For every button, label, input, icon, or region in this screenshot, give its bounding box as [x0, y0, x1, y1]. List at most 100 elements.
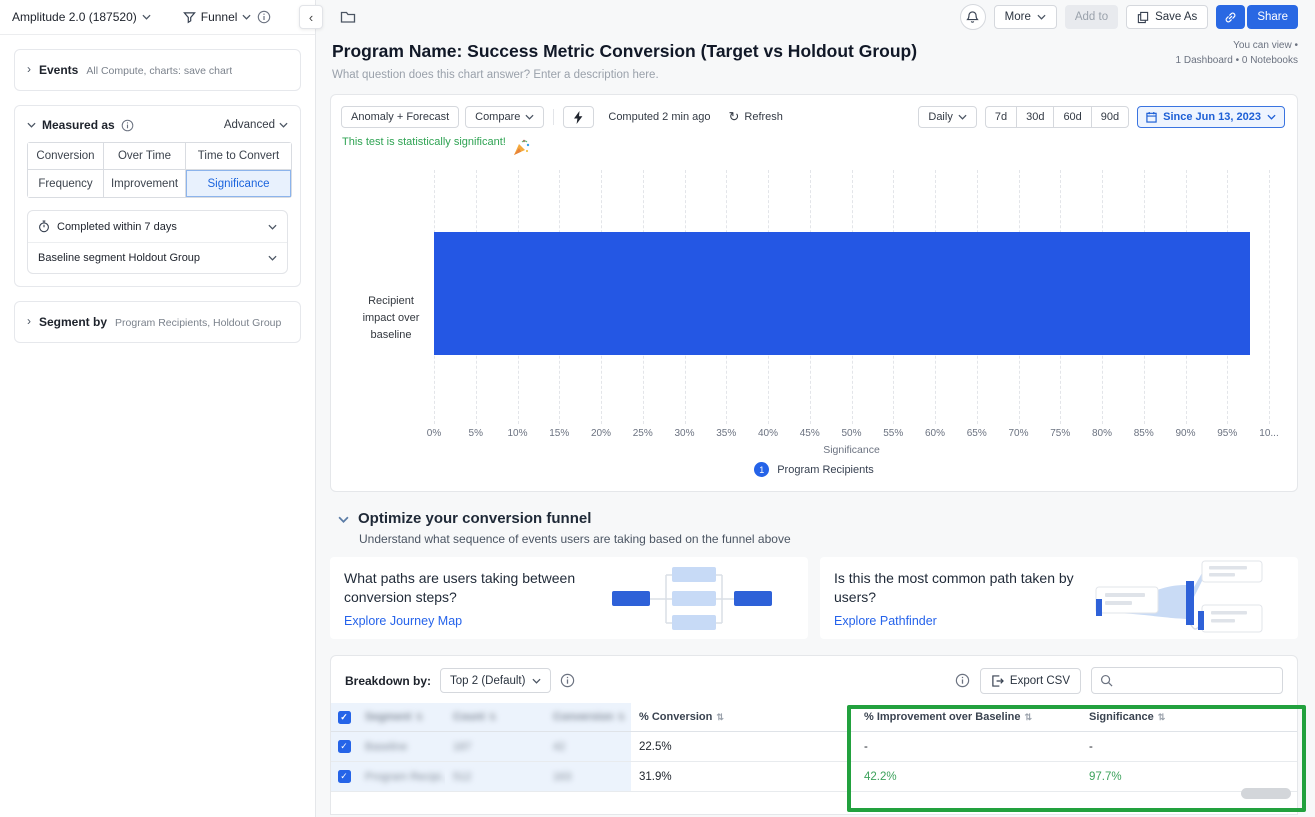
lightning-button[interactable] [563, 106, 594, 128]
tab-time-to-convert[interactable]: Time to Convert [186, 143, 291, 170]
row-checkbox[interactable]: ✓ [338, 711, 351, 724]
row-checkbox[interactable]: ✓ [338, 740, 351, 753]
table-header-row: ✓ Segment ⇅ Count ⇅ Conversion ⇅ % Conversion ⇅%… [331, 703, 1297, 732]
header-text: % Improvement over Baseline [864, 711, 1021, 723]
export-csv-label: Export CSV [1010, 675, 1070, 687]
collapse-panel-button[interactable]: ‹ [299, 5, 323, 29]
header-cell: % Conversion ⇅ [631, 711, 856, 723]
compare-label: Compare [475, 111, 520, 123]
tab-frequency[interactable]: Frequency [28, 170, 104, 197]
chevron-down-icon[interactable] [338, 516, 349, 523]
legend-series-badge[interactable]: 1 [754, 462, 769, 477]
project-selector[interactable]: Amplitude 2.0 (187520) [12, 10, 151, 24]
value-cell: - [856, 741, 1081, 753]
header-text: % Conversion [639, 711, 712, 723]
sort-icon[interactable]: ⇅ [489, 712, 497, 723]
segment-by-toggle[interactable]: › Segment by Program Recipients, Holdout… [15, 302, 300, 342]
x-tick: 65% [967, 428, 987, 439]
completed-within-row[interactable]: Completed within 7 days [28, 211, 287, 242]
redacted-text: 187 [453, 741, 471, 753]
chart-type-selector[interactable]: Funnel [183, 10, 252, 24]
sort-icon[interactable]: ⇅ [716, 712, 724, 723]
range-60d[interactable]: 60d [1053, 106, 1090, 128]
significance-message: This test is statistically significant! [342, 131, 532, 153]
x-tick: 0% [427, 428, 441, 439]
redacted-header-text: Segment [365, 711, 411, 723]
interval-label: Daily [928, 111, 952, 123]
tab-conversion[interactable]: Conversion [28, 143, 104, 170]
redacted-text: Program Recipi... [365, 771, 445, 783]
more-label: More [1005, 11, 1031, 23]
more-button[interactable]: More [994, 5, 1057, 29]
info-icon[interactable] [121, 119, 134, 132]
search-icon [1100, 674, 1113, 687]
compare-button[interactable]: Compare [465, 106, 544, 128]
add-to-label: Add to [1075, 11, 1108, 23]
interval-select[interactable]: Daily [918, 106, 976, 128]
x-tick: 85% [1134, 428, 1154, 439]
range-7d[interactable]: 7d [985, 106, 1016, 128]
sort-icon[interactable]: ⇅ [1025, 712, 1033, 723]
chart-panel: Anomaly + Forecast Compare Computed 2 mi… [330, 94, 1298, 492]
value-text: - [1089, 741, 1093, 753]
folder-icon[interactable] [340, 10, 356, 24]
table-search-input[interactable] [1091, 667, 1283, 694]
chevron-down-icon [268, 255, 277, 261]
date-range-button[interactable]: Since Jun 13, 2023 [1137, 106, 1285, 128]
tab-improvement[interactable]: Improvement [104, 170, 186, 197]
sort-icon[interactable]: ⇅ [1158, 712, 1166, 723]
chevron-down-icon [532, 678, 541, 684]
redacted-text: Baseline [365, 741, 407, 753]
range-90d[interactable]: 90d [1091, 106, 1129, 128]
info-icon[interactable] [560, 673, 575, 688]
info-icon[interactable] [257, 10, 271, 24]
info-icon[interactable] [955, 673, 970, 688]
horizontal-scrollbar-thumb[interactable] [1241, 788, 1291, 799]
sort-icon[interactable]: ⇅ [415, 712, 423, 723]
share-button[interactable]: Share [1247, 5, 1298, 29]
segment-by-label: Segment by [39, 315, 107, 329]
chevron-down-icon[interactable] [27, 122, 36, 128]
events-section: › Events All Compute, charts: save chart [14, 49, 301, 91]
export-csv-button[interactable]: Export CSV [980, 668, 1081, 694]
significance-message-text: This test is statistically significant! [342, 136, 506, 148]
save-as-button[interactable]: Save As [1126, 5, 1208, 29]
notifications-button[interactable] [960, 4, 986, 30]
page-title[interactable]: Program Name: Success Metric Conversion … [332, 41, 1298, 62]
add-to-button[interactable]: Add to [1065, 5, 1118, 29]
x-tick: 95% [1217, 428, 1237, 439]
copy-link-button[interactable] [1216, 5, 1245, 29]
redacted-header-cell: Count ⇅ [445, 703, 545, 731]
significance-bar[interactable] [434, 232, 1250, 355]
redacted-cell: 187 [445, 732, 545, 761]
chevron-down-icon [279, 122, 288, 128]
redacted-header-text: Count [453, 711, 485, 723]
description-placeholder[interactable]: What question does this chart answer? En… [332, 69, 1298, 81]
baseline-segment-row[interactable]: Baseline segment Holdout Group [28, 242, 287, 273]
redacted-cell: Program Recipi... [357, 762, 445, 791]
chevron-down-icon [525, 114, 534, 120]
sort-icon[interactable]: ⇅ [618, 712, 626, 723]
bell-icon [966, 10, 979, 24]
value-text: 31.9% [639, 771, 672, 783]
measured-as-section: Measured as Advanced ConversionOver Time… [14, 105, 301, 287]
row-checkbox[interactable]: ✓ [338, 770, 351, 783]
redacted-header-text: Conversion [553, 711, 614, 723]
explore-journey-map-link[interactable]: Explore Journey Map [344, 614, 594, 628]
events-section-toggle[interactable]: › Events All Compute, charts: save chart [15, 50, 300, 90]
date-range-label: Since Jun 13, 2023 [1163, 111, 1261, 123]
range-30d[interactable]: 30d [1016, 106, 1053, 128]
value-cell: 31.9% [631, 771, 856, 783]
advanced-dropdown[interactable]: Advanced [224, 119, 288, 131]
breakdown-selector[interactable]: Top 2 (Default) [440, 668, 551, 693]
tab-significance[interactable]: Significance [186, 170, 291, 197]
explore-pathfinder-link[interactable]: Explore Pathfinder [834, 614, 1084, 628]
anomaly-forecast-button[interactable]: Anomaly + Forecast [341, 106, 459, 128]
legend-series-label[interactable]: Program Recipients [777, 464, 874, 476]
table-row[interactable]: ✓Program Recipi...51216331.9%42.2%97.7% [331, 762, 1297, 792]
redacted-cell: 163 [545, 762, 631, 791]
pathfinder-card: Is this the most common path taken by us… [820, 557, 1298, 639]
table-row[interactable]: ✓Baseline1874222.5%-- [331, 732, 1297, 762]
tab-over-time[interactable]: Over Time [104, 143, 186, 170]
refresh-button[interactable]: ↻ Refresh [729, 109, 783, 125]
